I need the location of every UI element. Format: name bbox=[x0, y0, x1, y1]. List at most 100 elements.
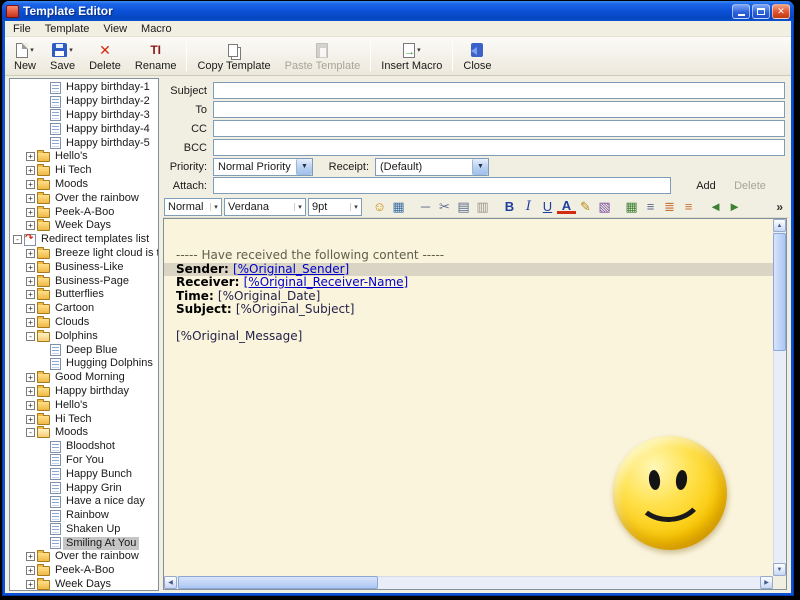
editor-vertical-scrollbar[interactable]: ▲ ▼ bbox=[773, 219, 786, 576]
tree-item-clouds[interactable]: + Clouds bbox=[10, 315, 158, 330]
tree-item-over-the-rainbow[interactable]: + Over the rainbow bbox=[10, 550, 158, 564]
toolbar-overflow-chevron[interactable]: » bbox=[773, 200, 786, 214]
bold-icon[interactable]: B bbox=[500, 198, 519, 215]
attach-input[interactable] bbox=[213, 177, 671, 194]
tree-item-hi-tech[interactable]: + Hi Tech bbox=[10, 164, 158, 178]
tree-item-breeze-light-cloud-is-thin[interactable]: +Breeze light cloud is thin bbox=[10, 246, 158, 261]
titlebar[interactable]: Template Editor ✕ bbox=[2, 1, 794, 21]
tree-item-hi-tech[interactable]: + Hi Tech bbox=[10, 412, 158, 426]
numbered-list-icon[interactable]: ≣ bbox=[660, 198, 679, 215]
tree-item-over-the-rainbow[interactable]: + Over the rainbow bbox=[10, 191, 158, 205]
tree-item-have-a-nice-day[interactable]: Have a nice day bbox=[10, 495, 158, 509]
tree-item-happy-birthday-2[interactable]: Happy birthday-2 bbox=[10, 95, 158, 109]
font-family-select[interactable]: Verdana ▾ bbox=[224, 197, 306, 216]
tree-item-shaken-up[interactable]: Shaken Up bbox=[10, 523, 158, 537]
expand-icon[interactable]: + bbox=[26, 400, 35, 410]
expand-icon[interactable]: + bbox=[26, 580, 35, 590]
font-size-select[interactable]: 9pt ▾ bbox=[308, 197, 362, 216]
pencil-icon[interactable]: ✎ bbox=[576, 198, 595, 215]
dropdown-arrow-icon[interactable]: ▾ bbox=[417, 46, 421, 54]
italic-icon[interactable]: I bbox=[519, 198, 538, 215]
to-input[interactable] bbox=[213, 101, 785, 118]
expand-icon[interactable]: + bbox=[26, 552, 35, 562]
vertical-scroll-thumb[interactable] bbox=[773, 233, 786, 351]
tree-item-smiling-at-you[interactable]: Smiling At You bbox=[10, 536, 158, 550]
tree-item-happy-birthday-1[interactable]: Happy birthday-1 bbox=[10, 81, 158, 95]
tree-item-happy-grin[interactable]: Happy Grin bbox=[10, 481, 158, 495]
expand-icon[interactable]: + bbox=[26, 304, 35, 314]
outdent-icon[interactable]: ◄ bbox=[706, 198, 725, 215]
close-button[interactable]: ✕ bbox=[772, 3, 790, 19]
editor-content[interactable]: ----- Have received the following conten… bbox=[164, 219, 773, 576]
collapse-icon[interactable]: - bbox=[26, 428, 35, 438]
insert-image-icon[interactable]: ▦ bbox=[389, 198, 408, 215]
toolbar-new-button[interactable]: ▾ New bbox=[7, 39, 43, 74]
expand-icon[interactable]: + bbox=[26, 221, 35, 231]
subject-input[interactable] bbox=[213, 82, 785, 99]
editor-horizontal-scrollbar[interactable]: ◀ ▶ bbox=[164, 576, 773, 589]
underline-icon[interactable]: U bbox=[538, 198, 557, 215]
attach-add-button[interactable]: Add bbox=[685, 180, 727, 192]
tree-item-rainbow[interactable]: Rainbow bbox=[10, 509, 158, 523]
expand-icon[interactable]: + bbox=[26, 207, 35, 217]
toolbar-save-button[interactable]: ▾ Save bbox=[43, 39, 82, 74]
expand-icon[interactable]: + bbox=[26, 566, 35, 576]
menu-macro[interactable]: Macro bbox=[134, 22, 179, 36]
tree-item-redirect-templates-list[interactable]: -Redirect templates list bbox=[10, 232, 158, 247]
tree-item-week-days[interactable]: + Week Days bbox=[10, 578, 158, 590]
smiley-icon[interactable]: ☺ bbox=[370, 198, 389, 215]
tree-item-deep-blue[interactable]: Deep Blue bbox=[10, 343, 158, 357]
maximize-button[interactable] bbox=[752, 3, 770, 19]
tree-item-happy-bunch[interactable]: Happy Bunch bbox=[10, 467, 158, 481]
horizontal-scroll-thumb[interactable] bbox=[178, 576, 378, 589]
expand-icon[interactable]: + bbox=[26, 152, 35, 162]
tree-item-bloodshot[interactable]: Bloodshot bbox=[10, 440, 158, 454]
horizontal-rule-icon[interactable]: ─ bbox=[416, 198, 435, 215]
tree-item-dolphins[interactable]: - Dolphins bbox=[10, 329, 158, 343]
tree-item-peek-a-boo[interactable]: + Peek-A-Boo bbox=[10, 205, 158, 219]
receipt-select[interactable]: (Default) ▼ bbox=[375, 157, 489, 176]
expand-icon[interactable]: + bbox=[26, 276, 35, 286]
indent-icon[interactable]: ► bbox=[725, 198, 744, 215]
table-icon[interactable]: ▦ bbox=[622, 198, 641, 215]
tree-item-butterflies[interactable]: + Butterflies bbox=[10, 288, 158, 302]
priority-select[interactable]: Normal Priority ▼ bbox=[213, 157, 313, 176]
tree-item-peek-a-boo[interactable]: + Peek-A-Boo bbox=[10, 564, 158, 578]
dropdown-arrow-icon[interactable]: ▾ bbox=[30, 46, 34, 54]
expand-icon[interactable]: + bbox=[26, 193, 35, 203]
tree-item-good-morning[interactable]: + Good Morning bbox=[10, 371, 158, 385]
menu-template[interactable]: Template bbox=[38, 22, 97, 36]
copy-icon[interactable]: ▤ bbox=[454, 198, 473, 215]
tree-item-moods[interactable]: + Moods bbox=[10, 177, 158, 192]
collapse-icon[interactable]: - bbox=[13, 235, 22, 245]
tree-item-moods[interactable]: - Moods bbox=[10, 426, 158, 440]
dropdown-arrow-icon[interactable]: ▾ bbox=[69, 46, 73, 54]
macro-link[interactable]: [%Original_Sender] bbox=[233, 262, 349, 276]
menu-view[interactable]: View bbox=[96, 22, 134, 36]
cut-icon[interactable]: ✂ bbox=[435, 198, 454, 215]
tree-item-hello-s[interactable]: + Hello's bbox=[10, 150, 158, 164]
fill-color-icon[interactable]: ▧ bbox=[595, 198, 614, 215]
tree-item-happy-birthday-5[interactable]: Happy birthday-5 bbox=[10, 136, 158, 150]
align-left-icon[interactable]: ≡ bbox=[641, 198, 660, 215]
tree-item-business-page[interactable]: + Business-Page bbox=[10, 274, 158, 288]
menu-file[interactable]: File bbox=[6, 22, 38, 36]
expand-icon[interactable]: + bbox=[26, 386, 35, 396]
expand-icon[interactable]: + bbox=[26, 179, 35, 189]
scroll-down-icon[interactable]: ▼ bbox=[773, 563, 786, 576]
expand-icon[interactable]: + bbox=[26, 373, 35, 383]
cc-input[interactable] bbox=[213, 120, 785, 137]
bcc-input[interactable] bbox=[213, 139, 785, 156]
tree-item-business-like[interactable]: + Business-Like bbox=[10, 260, 158, 274]
expand-icon[interactable]: + bbox=[26, 414, 35, 424]
expand-icon[interactable]: + bbox=[26, 290, 35, 300]
paste-icon[interactable]: ▥ bbox=[473, 198, 492, 215]
scroll-left-icon[interactable]: ◀ bbox=[164, 576, 177, 589]
toolbar-rename-button[interactable]: TI Rename bbox=[128, 39, 184, 74]
scroll-right-icon[interactable]: ▶ bbox=[760, 576, 773, 589]
macro-link[interactable]: [%Original_Receiver-Name] bbox=[244, 275, 409, 289]
tree-item-happy-birthday-4[interactable]: Happy birthday-4 bbox=[10, 122, 158, 136]
tree-item-for-you[interactable]: For You bbox=[10, 454, 158, 468]
expand-icon[interactable]: + bbox=[26, 248, 35, 258]
toolbar-close-button[interactable]: Close bbox=[456, 39, 498, 74]
